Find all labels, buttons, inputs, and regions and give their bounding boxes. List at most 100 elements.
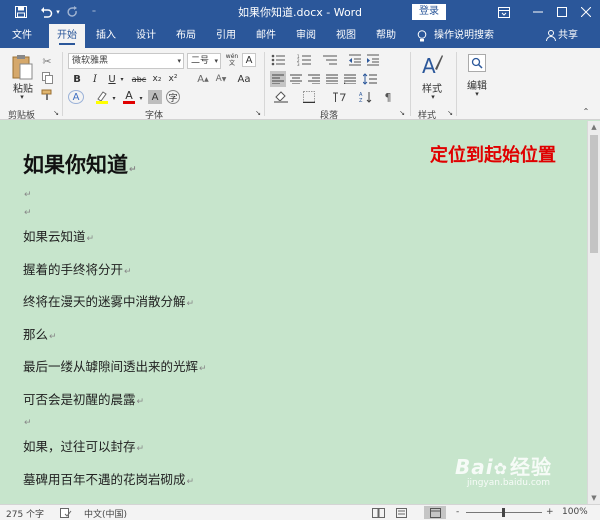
document-line[interactable]: ↵ <box>23 413 32 428</box>
align-right-icon[interactable] <box>306 71 322 87</box>
shrink-font-button[interactable]: A ▼ <box>214 72 228 86</box>
tab-layout[interactable]: 布局 <box>168 24 204 48</box>
styles-button[interactable]: 样式 <box>418 81 446 95</box>
grow-font-button[interactable]: A ▲ <box>196 72 210 86</box>
font-size-combo[interactable]: 二号 ▾ <box>187 53 221 69</box>
vertical-scrollbar[interactable]: ▲ ▼ <box>587 121 600 504</box>
zoom-in-button[interactable]: + <box>546 507 554 517</box>
chevron-down-icon[interactable]: ▾ <box>428 93 438 101</box>
strikethrough-button[interactable]: abc <box>130 72 148 86</box>
change-case-button[interactable]: Aa <box>236 72 252 86</box>
paste-button[interactable]: 粘贴 <box>10 81 36 95</box>
sort-icon[interactable]: AZ <box>358 90 374 104</box>
bold-button[interactable]: B <box>70 72 84 86</box>
multilevel-list-icon[interactable] <box>322 53 338 67</box>
find-icon[interactable] <box>468 54 486 72</box>
collapse-ribbon-icon[interactable]: ⌃ <box>580 106 592 116</box>
redo-icon[interactable] <box>64 3 80 21</box>
line-spacing-icon[interactable] <box>362 71 378 87</box>
user-icon[interactable] <box>544 24 558 48</box>
tab-references[interactable]: 引用 <box>208 24 244 48</box>
proofing-icon[interactable] <box>60 508 72 520</box>
language[interactable]: 中文(中国) <box>84 507 127 520</box>
font-name-combo[interactable]: 微软雅黑 ▾ <box>68 53 184 69</box>
chevron-down-icon[interactable]: ▾ <box>110 92 118 104</box>
tab-help[interactable]: 帮助 <box>368 24 404 48</box>
lightbulb-icon[interactable] <box>414 24 430 48</box>
scroll-thumb[interactable] <box>590 135 598 253</box>
print-layout-icon[interactable] <box>396 508 407 520</box>
paste-icon[interactable] <box>8 52 36 82</box>
read-mode-icon[interactable] <box>372 508 385 520</box>
document-line[interactable]: 墓碑用百年不遇的花岗岩砌成↵ <box>23 469 194 488</box>
document-line[interactable]: 终将在漫天的迷雾中消散分解↵ <box>23 291 194 310</box>
distributed-icon[interactable] <box>342 71 358 87</box>
highlight-icon[interactable] <box>94 90 110 104</box>
superscript-button[interactable]: x² <box>166 72 180 86</box>
document-line[interactable]: ↵ <box>23 203 32 218</box>
scroll-down-icon[interactable]: ▼ <box>588 492 600 504</box>
cut-icon[interactable]: ✂ <box>40 54 54 68</box>
enclose-characters-button[interactable]: 字 <box>166 90 180 104</box>
undo-icon[interactable] <box>38 3 54 21</box>
asian-layout-icon[interactable] <box>330 90 348 104</box>
document-line[interactable]: 最后一缕从罅隙间透出来的光辉↵ <box>23 356 207 375</box>
styles-icon[interactable]: A <box>420 52 444 80</box>
underline-button[interactable]: U <box>105 72 119 86</box>
document-title[interactable]: 如果你知道↵ <box>23 149 137 179</box>
login-button[interactable]: 登录 <box>412 4 446 20</box>
dialog-launcher-icon[interactable]: ↘ <box>52 108 60 118</box>
document-line[interactable]: 如果云知道↵ <box>23 226 94 245</box>
copy-icon[interactable] <box>40 71 54 85</box>
word-count[interactable]: 275 个字 <box>6 507 44 520</box>
phonetic-guide-button[interactable]: wén 文 <box>224 51 240 69</box>
borders-icon[interactable] <box>300 90 318 104</box>
subscript-button[interactable]: x₂ <box>150 72 164 86</box>
minimize-icon[interactable] <box>530 3 546 21</box>
editing-button[interactable]: 编辑 <box>462 78 492 92</box>
tab-mailings[interactable]: 邮件 <box>248 24 284 48</box>
tab-design[interactable]: 设计 <box>128 24 164 48</box>
document-line[interactable]: 可否会是初醒的晨露↵ <box>23 389 144 408</box>
font-color-button[interactable]: A <box>122 90 136 104</box>
show-marks-icon[interactable]: ¶ <box>380 90 396 104</box>
bullets-icon[interactable] <box>270 53 286 67</box>
zoom-slider-thumb[interactable] <box>502 508 505 517</box>
document-area[interactable]: 如果你知道↵ ↵ ↵ 如果云知道↵ 握着的手终将分开↵ 终将在漫天的迷雾中消散分… <box>0 121 587 504</box>
document-line[interactable]: 握着的手终将分开↵ <box>23 259 132 278</box>
dialog-launcher-icon[interactable]: ↘ <box>446 108 454 118</box>
scroll-up-icon[interactable]: ▲ <box>588 121 600 133</box>
increase-indent-icon[interactable] <box>366 53 380 67</box>
close-icon[interactable] <box>578 3 594 21</box>
align-center-icon[interactable] <box>288 71 304 87</box>
align-left-icon[interactable] <box>270 71 286 87</box>
save-icon[interactable] <box>12 3 30 21</box>
character-shading-button[interactable]: A <box>148 90 162 104</box>
customize-icon[interactable]: ⁼ <box>88 3 100 21</box>
justify-icon[interactable] <box>324 71 340 87</box>
italic-button[interactable]: I <box>88 72 102 86</box>
document-line[interactable]: 如果，过往可以封存↵ <box>23 436 144 455</box>
dialog-launcher-icon[interactable]: ↘ <box>254 108 262 118</box>
document-line[interactable]: 那么↵ <box>23 324 57 343</box>
tab-view[interactable]: 视图 <box>328 24 364 48</box>
tab-insert[interactable]: 插入 <box>88 24 124 48</box>
web-layout-icon[interactable] <box>424 506 446 519</box>
chevron-down-icon[interactable]: ▾ <box>16 93 28 101</box>
zoom-level[interactable]: 100% <box>562 507 588 517</box>
chevron-down-icon[interactable]: ▾ <box>137 92 145 104</box>
dialog-launcher-icon[interactable]: ↘ <box>398 108 406 118</box>
text-effects-button[interactable]: A <box>68 90 84 104</box>
decrease-indent-icon[interactable] <box>348 53 362 67</box>
maximize-icon[interactable] <box>554 3 570 21</box>
zoom-out-button[interactable]: - <box>456 507 459 517</box>
tell-me-search[interactable]: 操作说明搜索 <box>434 24 498 48</box>
tab-review[interactable]: 审阅 <box>288 24 324 48</box>
chevron-down-icon[interactable]: ▾ <box>472 90 482 98</box>
chevron-down-icon[interactable]: ▾ <box>118 72 126 86</box>
tab-home[interactable]: 开始 <box>49 24 85 48</box>
format-painter-icon[interactable] <box>40 88 54 102</box>
shading-icon[interactable] <box>272 90 290 104</box>
tab-file[interactable]: 文件 <box>4 24 40 48</box>
chevron-down-icon[interactable]: ▾ <box>54 3 62 21</box>
